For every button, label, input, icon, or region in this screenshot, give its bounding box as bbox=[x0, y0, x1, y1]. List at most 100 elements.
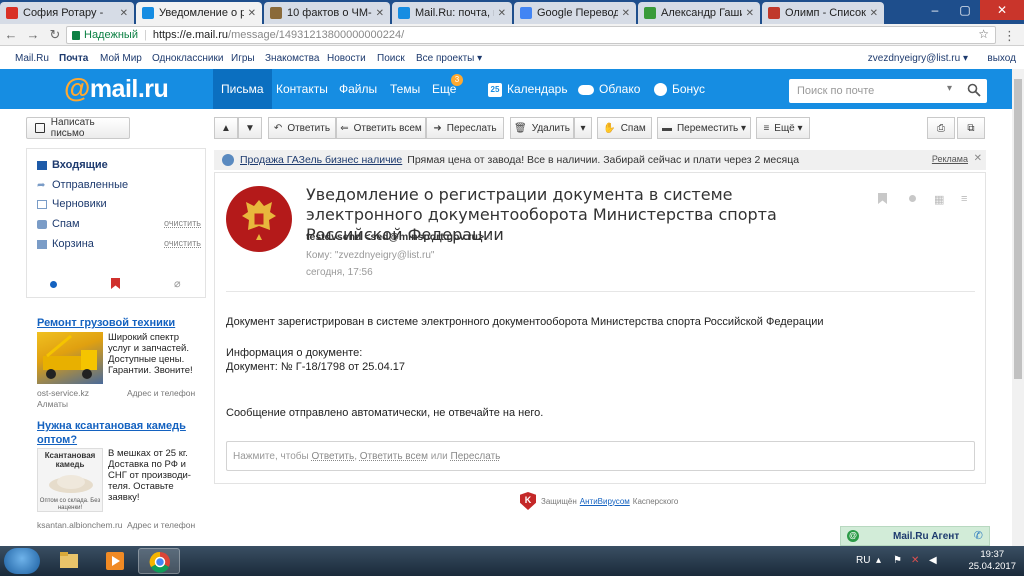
ad-truck-repair[interactable]: Ремонт грузовой техники Широкий спектр у… bbox=[37, 316, 197, 409]
browser-tab-active[interactable]: Уведомление о рег ✕ bbox=[136, 2, 262, 24]
mailru-agent-bar[interactable]: @ Mail.Ru Агент ✆ bbox=[840, 526, 990, 546]
calendar-add-icon[interactable]: ▦ bbox=[934, 193, 944, 206]
promo-link[interactable]: Продажа ГАЗель бизнес наличие bbox=[240, 154, 402, 166]
next-letter-button[interactable]: ▼ bbox=[238, 117, 262, 139]
quick-reply-link[interactable]: Ответить bbox=[311, 451, 354, 462]
phone-icon[interactable]: ✆ bbox=[974, 529, 983, 542]
volume-icon[interactable]: ◀ bbox=[929, 555, 937, 566]
clear-trash-link[interactable]: очистить bbox=[164, 238, 201, 248]
flag-filter-icon[interactable] bbox=[111, 278, 120, 292]
network-icon[interactable]: ✕ bbox=[911, 555, 919, 566]
portal-link-mail[interactable]: Почта bbox=[59, 53, 88, 64]
mail-search-input[interactable]: Поиск по почте ▾ bbox=[789, 79, 987, 103]
more-button[interactable]: ≡ Ещё ▾ bbox=[756, 117, 810, 139]
antivirus-link[interactable]: АнтиВирусом bbox=[580, 497, 630, 506]
ad-contact-link[interactable]: Адрес и телефон bbox=[127, 520, 195, 530]
prev-letter-button[interactable]: ▲ bbox=[214, 117, 238, 139]
close-icon[interactable]: ✕ bbox=[746, 8, 754, 19]
folder-inbox[interactable]: Входящие bbox=[37, 158, 108, 172]
expand-button[interactable]: ⧉ bbox=[957, 117, 985, 139]
portal-link-news[interactable]: Новости bbox=[327, 53, 366, 64]
portal-link-myworld[interactable]: Мой Мир bbox=[100, 53, 142, 64]
quick-reply-all-link[interactable]: Ответить всем bbox=[360, 451, 428, 462]
ad-title[interactable]: Ремонт грузовой техники bbox=[37, 316, 197, 330]
nav-contacts[interactable]: Контакты bbox=[268, 69, 336, 109]
maximize-icon[interactable]: ▢ bbox=[950, 0, 980, 20]
browser-tab[interactable]: Mail.Ru: почта, пои ✕ bbox=[392, 2, 512, 24]
scrollbar-thumb[interactable] bbox=[1014, 79, 1022, 379]
url-input[interactable]: Надежный | https://e.mail.ru /message/14… bbox=[66, 26, 996, 44]
close-icon[interactable]: ✕ bbox=[622, 8, 630, 19]
taskbar-explorer[interactable] bbox=[48, 548, 90, 574]
flag-tray-icon[interactable]: ⚑ bbox=[893, 555, 902, 566]
logout-link[interactable]: выход bbox=[987, 53, 1016, 64]
clear-spam-link[interactable]: очистить bbox=[164, 218, 201, 228]
letter-sender[interactable]: testdvsend <sed@minsport.gov.ru> ⌕ bbox=[306, 231, 493, 244]
nav-bonus[interactable]: Бонус bbox=[646, 69, 713, 109]
portal-link-ok[interactable]: Одноклассники bbox=[152, 53, 223, 64]
close-icon[interactable]: ✕ bbox=[248, 8, 256, 19]
reload-icon[interactable]: ↻ bbox=[44, 27, 66, 43]
portal-link-mailru[interactable]: Mail.Ru bbox=[15, 53, 49, 64]
spam-button[interactable]: ✋ Спам bbox=[597, 117, 652, 139]
folder-trash[interactable]: Корзина очистить bbox=[37, 237, 209, 251]
search-icon[interactable]: ⌕ bbox=[487, 231, 493, 243]
portal-link-games[interactable]: Игры bbox=[231, 53, 255, 64]
taskbar-chrome[interactable] bbox=[138, 548, 180, 574]
minimize-icon[interactable]: – bbox=[920, 0, 950, 20]
forward-icon[interactable]: → bbox=[22, 27, 44, 42]
mailru-logo[interactable]: @mail.ru bbox=[64, 73, 169, 104]
start-button[interactable] bbox=[4, 548, 40, 574]
forward-button[interactable]: ➜ Переслать bbox=[426, 117, 504, 139]
delete-button[interactable]: 🗑 Удалить bbox=[510, 117, 574, 139]
quick-forward-link[interactable]: Переслать bbox=[451, 451, 501, 462]
nav-cloud[interactable]: Облако bbox=[570, 69, 648, 109]
flag-icon[interactable] bbox=[878, 193, 887, 207]
folder-drafts[interactable]: Черновики bbox=[37, 197, 107, 211]
print-button[interactable]: ⎙ bbox=[927, 117, 955, 139]
nav-letters[interactable]: Письма bbox=[213, 69, 272, 109]
close-icon[interactable]: ✕ bbox=[376, 8, 384, 19]
reply-button[interactable]: ↶ Ответить bbox=[268, 117, 336, 139]
ad-contact-link[interactable]: Адрес и телефон bbox=[127, 388, 195, 398]
window-close-icon[interactable]: ✕ bbox=[980, 0, 1024, 20]
attachment-filter-icon[interactable]: ⌀ bbox=[174, 277, 181, 290]
ad-title[interactable]: Нужна ксантановая камедь оптом? bbox=[37, 419, 197, 447]
close-icon[interactable]: ✕ bbox=[974, 153, 982, 164]
language-indicator[interactable]: RU bbox=[856, 555, 870, 566]
advert-label[interactable]: Реклама bbox=[932, 154, 968, 164]
browser-tab[interactable]: Олимп - Список сп ✕ bbox=[762, 2, 884, 24]
close-icon[interactable]: ✕ bbox=[870, 8, 878, 19]
tray-chevron-icon[interactable]: ▴ bbox=[876, 555, 881, 566]
browser-tab[interactable]: София Ротару - ✕ bbox=[0, 2, 134, 24]
browser-tab[interactable]: 10 фактов о ЧМ-20 ✕ bbox=[264, 2, 390, 24]
read-status-icon[interactable] bbox=[909, 195, 916, 202]
bookmark-star-icon[interactable]: ☆ bbox=[978, 27, 989, 41]
quick-reply-box[interactable]: Нажмите, чтобы Ответить, Ответить всем и… bbox=[226, 441, 975, 471]
system-clock[interactable]: 19:37 25.04.2017 bbox=[968, 549, 1016, 573]
menu-icon[interactable]: ≡ bbox=[961, 193, 967, 205]
delete-dropdown-button[interactable]: ▾ bbox=[574, 117, 592, 139]
portal-link-dating[interactable]: Знакомства bbox=[265, 53, 319, 64]
unread-filter-icon[interactable] bbox=[50, 281, 57, 288]
compose-button[interactable]: Написать письмо bbox=[26, 117, 130, 139]
chevron-down-icon[interactable]: ▾ bbox=[947, 83, 952, 94]
ad-xanthan[interactable]: Нужна ксантановая камедь оптом? Ксантано… bbox=[37, 419, 197, 534]
reply-all-button[interactable]: ⇐ Ответить всем bbox=[336, 117, 426, 139]
page-scrollbar[interactable] bbox=[1012, 69, 1024, 547]
search-icon[interactable] bbox=[967, 83, 981, 100]
nav-themes[interactable]: Темы bbox=[382, 69, 428, 109]
close-icon[interactable]: ✕ bbox=[498, 8, 506, 19]
folder-spam[interactable]: Спам очистить bbox=[37, 217, 209, 231]
folder-sent[interactable]: ➦ Отправленные bbox=[37, 178, 128, 192]
portal-link-all-projects[interactable]: Все проекты ▾ bbox=[416, 53, 482, 64]
user-menu[interactable]: zvezdnyeigry@list.ru ▾ bbox=[868, 53, 968, 64]
browser-tab[interactable]: Александр Гашин ✕ bbox=[638, 2, 760, 24]
move-button[interactable]: ▬ Переместить ▾ bbox=[657, 117, 751, 139]
nav-files[interactable]: Файлы bbox=[331, 69, 385, 109]
portal-link-search[interactable]: Поиск bbox=[377, 53, 405, 64]
nav-calendar[interactable]: 25 Календарь bbox=[480, 69, 576, 109]
close-icon[interactable]: ✕ bbox=[120, 8, 128, 19]
taskbar-media-player[interactable] bbox=[94, 548, 136, 574]
browser-tab[interactable]: Google Переводчи ✕ bbox=[514, 2, 636, 24]
